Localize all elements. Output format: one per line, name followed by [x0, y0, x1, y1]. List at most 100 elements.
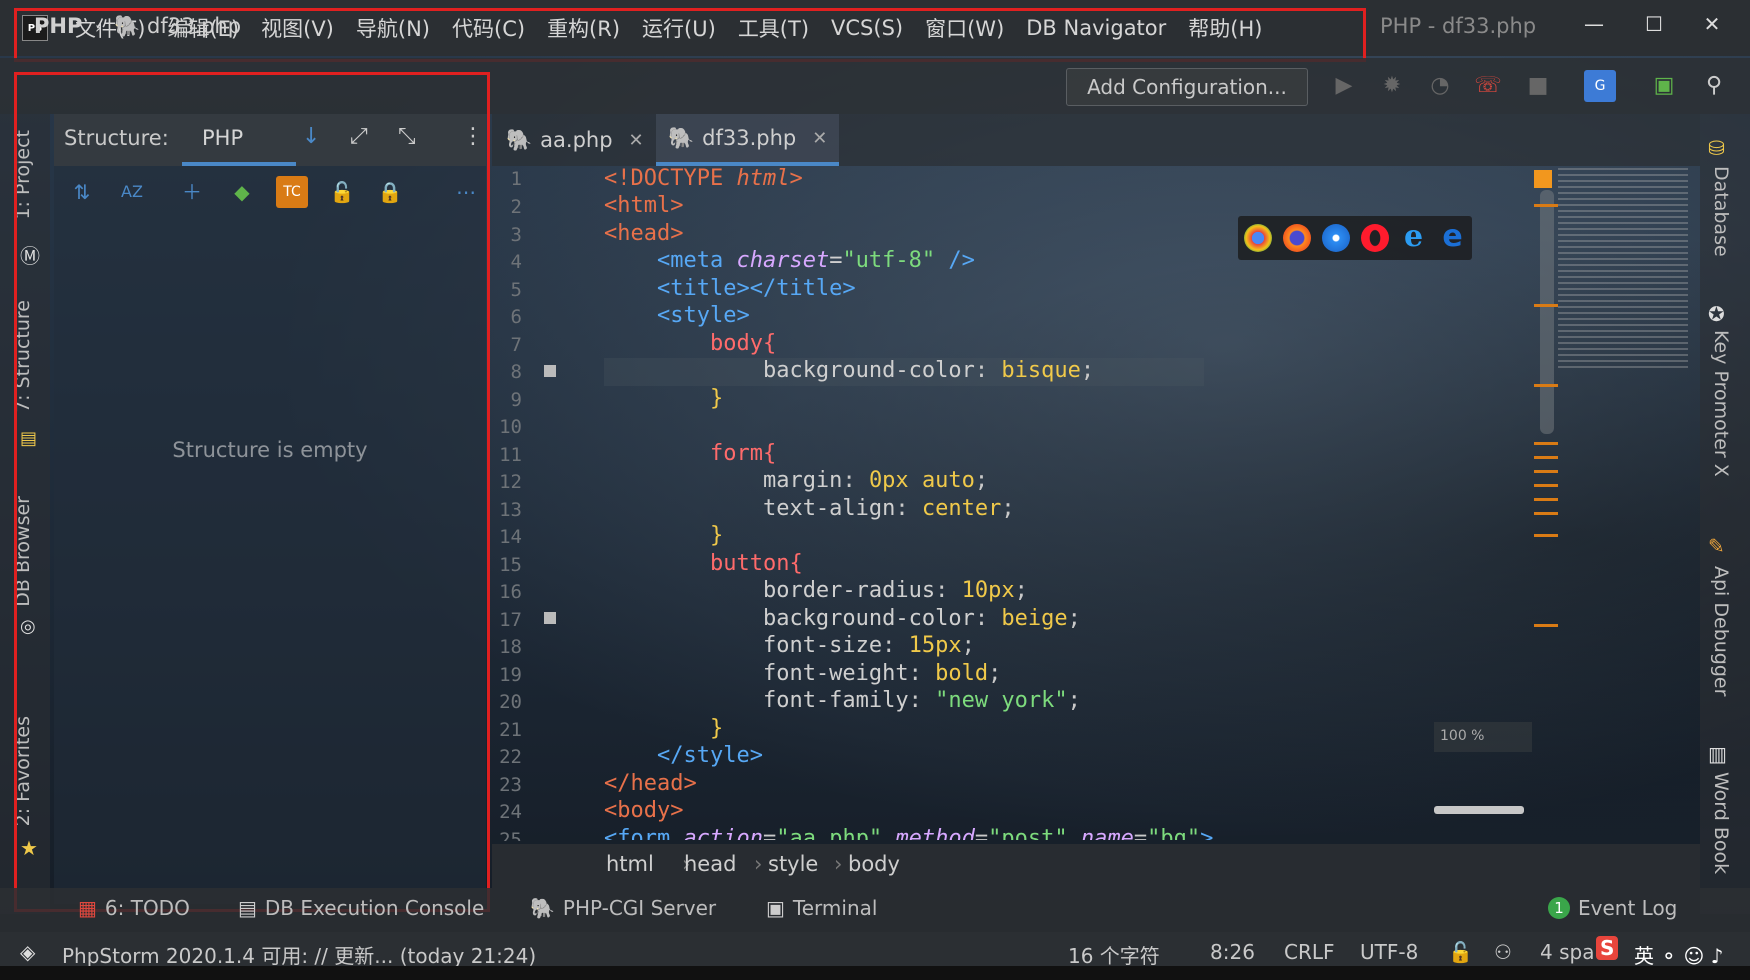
readonly-lock-icon[interactable]: 🔓	[1448, 940, 1473, 964]
close-tab-icon[interactable]: ✕	[812, 128, 827, 149]
opera-icon[interactable]	[1360, 224, 1389, 252]
lock-icon[interactable]: 🔒	[374, 176, 406, 208]
code-line: body{	[709, 331, 777, 356]
tab-word-book[interactable]: Word Book	[1710, 772, 1732, 874]
caret-position[interactable]: 8:26	[1210, 940, 1255, 964]
tab-favorites[interactable]: 2: Favorites	[12, 716, 34, 826]
safari-icon[interactable]	[1321, 224, 1350, 252]
error-stripe-marker[interactable]	[1534, 534, 1558, 537]
ime-toolbar-icon[interactable]: 英 ⚬ ☺ ♪	[1634, 940, 1723, 969]
error-stripe-marker[interactable]	[1534, 204, 1558, 207]
inspection-status-icon[interactable]	[1534, 170, 1552, 188]
more-icon[interactable]: ⋯	[450, 176, 482, 208]
tag-icon[interactable]: ◆	[226, 176, 258, 208]
code-line: <title></title>	[656, 276, 856, 301]
tool-terminal[interactable]: ▣ Terminal	[766, 896, 877, 920]
error-stripe-marker[interactable]	[1534, 512, 1558, 515]
code-line: <head>	[604, 221, 684, 246]
tab-aa-php[interactable]: 🐘 aa.php ✕	[494, 114, 656, 166]
chrome-icon[interactable]	[1243, 224, 1272, 252]
tab-api-debugger[interactable]: Api Debugger	[1710, 566, 1732, 696]
error-stripe-marker[interactable]	[1534, 624, 1558, 627]
add-configuration-button[interactable]: Add Configuration...	[1066, 68, 1308, 106]
error-stripe-marker[interactable]	[1534, 484, 1558, 487]
favorites-star-icon: ★	[20, 836, 38, 860]
arrow-down-icon[interactable]: ↓	[302, 124, 320, 149]
collapse-icon[interactable]: ⤡	[398, 124, 416, 149]
error-stripe-marker[interactable]	[1534, 304, 1558, 307]
edge-icon[interactable]: e	[1439, 222, 1467, 252]
close-tab-icon[interactable]: ✕	[629, 130, 644, 151]
line-number: 15	[499, 554, 522, 576]
api-debugger-icon: ✎	[1708, 534, 1725, 558]
layers-icon[interactable]: ◈	[20, 940, 35, 964]
terminal-toolbar-icon[interactable]: ▣	[1648, 70, 1680, 102]
structure-tab-php[interactable]: PHP	[202, 126, 243, 150]
breadcrumb-file[interactable]: df33.php	[147, 14, 241, 38]
menu-run[interactable]: 运行(U)	[631, 13, 727, 43]
lock-open-icon[interactable]: 🔓	[326, 176, 358, 208]
tool-db-execution-console[interactable]: ▤ DB Execution Console	[238, 896, 484, 920]
listen-debug-icon[interactable]: ☏	[1472, 70, 1504, 102]
error-stripe-marker[interactable]	[1534, 384, 1558, 387]
crumb-head[interactable]: head	[684, 852, 736, 876]
breadcrumb-root[interactable]: PHP	[34, 14, 82, 38]
indent-setting[interactable]: 4 spa	[1540, 940, 1594, 964]
code-minimap[interactable]	[1558, 168, 1688, 368]
vertical-scrollbar[interactable]	[1540, 190, 1554, 434]
more-options-icon[interactable]: ⋮	[462, 124, 484, 149]
status-message[interactable]: PhpStorm 2020.1.4 可用: // 更新... (today 21…	[62, 940, 536, 969]
menu-vcs[interactable]: VCS(S)	[820, 16, 914, 40]
stop-icon[interactable]: ■	[1522, 70, 1554, 102]
crumb-style[interactable]: style	[768, 852, 818, 876]
tab-database[interactable]: Database	[1710, 166, 1732, 257]
code-line: background-color: beige;	[762, 606, 1081, 631]
menu-window[interactable]: 窗口(W)	[914, 13, 1015, 43]
menu-help[interactable]: 帮助(H)	[1177, 13, 1273, 43]
event-log-button[interactable]: 1 Event Log	[1548, 896, 1677, 920]
expand-icon[interactable]: ⤢	[350, 124, 368, 149]
tab-db-browser[interactable]: DB Browser	[12, 496, 34, 607]
menu-view[interactable]: 视图(V)	[250, 13, 345, 43]
tab-project[interactable]: 1: Project	[12, 130, 34, 220]
breakpoint-marker[interactable]	[544, 365, 556, 377]
error-stripe-marker[interactable]	[1534, 470, 1558, 473]
menu-code[interactable]: 代码(C)	[441, 13, 536, 43]
sort-alpha-icon[interactable]: AZ	[116, 176, 148, 208]
run-icon[interactable]: ▶	[1328, 70, 1360, 102]
menu-tools[interactable]: 工具(T)	[727, 13, 820, 43]
firefox-icon[interactable]	[1282, 224, 1311, 252]
tab-key-promoter[interactable]: Key Promoter X	[1710, 330, 1732, 477]
tool-todo[interactable]: ▦ 6: TODO	[78, 896, 190, 920]
add-icon[interactable]: ＋	[176, 176, 208, 208]
menu-navigate[interactable]: 导航(N)	[345, 13, 441, 43]
error-stripe-marker[interactable]	[1534, 498, 1558, 501]
menu-refactor[interactable]: 重构(R)	[536, 13, 631, 43]
internet-explorer-icon[interactable]: e	[1400, 222, 1428, 252]
close-window-icon[interactable]: ✕	[1692, 6, 1732, 42]
tab-df33-php[interactable]: 🐘 df33.php ✕	[656, 114, 840, 166]
error-stripe-marker[interactable]	[1534, 456, 1558, 459]
breakpoint-marker[interactable]	[544, 612, 556, 624]
line-number: 18	[499, 636, 522, 658]
minimize-icon[interactable]: —	[1574, 6, 1614, 42]
crumb-body[interactable]: body	[848, 852, 900, 876]
file-encoding[interactable]: UTF-8	[1360, 940, 1418, 964]
debug-icon[interactable]: ✹	[1376, 70, 1408, 102]
menu-db-navigator[interactable]: DB Navigator	[1015, 16, 1177, 40]
crumb-html[interactable]: html	[606, 852, 654, 876]
event-count-badge: 1	[1548, 897, 1570, 919]
traits-icon[interactable]: TC	[276, 176, 308, 208]
maximize-icon[interactable]: ☐	[1634, 6, 1674, 42]
search-icon[interactable]: ⚲	[1698, 70, 1730, 102]
tool-php-cgi-server[interactable]: 🐘 PHP-CGI Server	[530, 896, 716, 920]
coverage-icon[interactable]: ◔	[1424, 70, 1456, 102]
inspector-icon[interactable]: ⚇	[1494, 940, 1512, 964]
horizontal-scrollbar[interactable]	[1434, 806, 1524, 814]
tab-structure[interactable]: 7: Structure	[12, 300, 34, 413]
error-stripe-marker[interactable]	[1534, 442, 1558, 445]
ime-logo-icon[interactable]: S	[1596, 936, 1619, 960]
line-separator[interactable]: CRLF	[1284, 940, 1335, 964]
translate-icon[interactable]: G	[1584, 70, 1616, 102]
sort-visibility-icon[interactable]: ⇅	[66, 176, 98, 208]
